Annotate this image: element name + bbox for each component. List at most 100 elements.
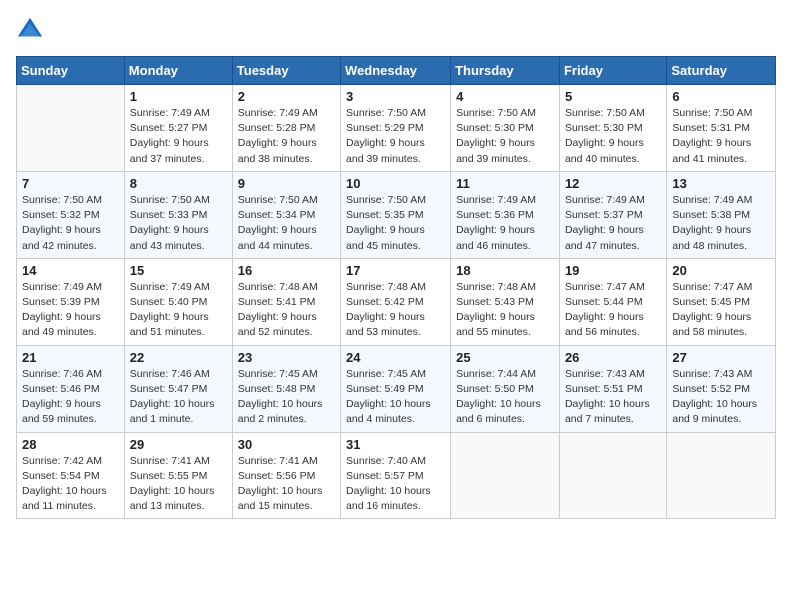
day-number: 4 [456, 89, 554, 104]
day-info: Sunrise: 7:49 AMSunset: 5:38 PMDaylight:… [672, 193, 770, 254]
day-info: Sunrise: 7:48 AMSunset: 5:42 PMDaylight:… [346, 280, 445, 341]
day-info: Sunrise: 7:49 AMSunset: 5:37 PMDaylight:… [565, 193, 661, 254]
calendar-cell [17, 85, 125, 172]
day-info: Sunrise: 7:46 AMSunset: 5:47 PMDaylight:… [130, 367, 227, 428]
calendar-cell: 6 Sunrise: 7:50 AMSunset: 5:31 PMDaylight… [667, 85, 776, 172]
day-number: 17 [346, 263, 445, 278]
calendar-cell: 15 Sunrise: 7:49 AMSunset: 5:40 PMDayligh… [124, 258, 232, 345]
day-info: Sunrise: 7:50 AMSunset: 5:30 PMDaylight:… [456, 106, 554, 167]
calendar-cell: 31 Sunrise: 7:40 AMSunset: 5:57 PMDayligh… [341, 432, 451, 519]
calendar-cell: 13 Sunrise: 7:49 AMSunset: 5:38 PMDayligh… [667, 171, 776, 258]
day-number: 12 [565, 176, 661, 191]
day-info: Sunrise: 7:43 AMSunset: 5:52 PMDaylight:… [672, 367, 770, 428]
calendar-week-row: 21 Sunrise: 7:46 AMSunset: 5:46 PMDayligh… [17, 345, 776, 432]
day-number: 3 [346, 89, 445, 104]
calendar-cell: 7 Sunrise: 7:50 AMSunset: 5:32 PMDaylight… [17, 171, 125, 258]
calendar-cell [451, 432, 560, 519]
day-number: 28 [22, 437, 119, 452]
day-number: 15 [130, 263, 227, 278]
calendar-cell: 9 Sunrise: 7:50 AMSunset: 5:34 PMDaylight… [232, 171, 340, 258]
logo [16, 16, 46, 44]
day-info: Sunrise: 7:49 AMSunset: 5:40 PMDaylight:… [130, 280, 227, 341]
calendar-cell: 14 Sunrise: 7:49 AMSunset: 5:39 PMDayligh… [17, 258, 125, 345]
day-info: Sunrise: 7:49 AMSunset: 5:39 PMDaylight:… [22, 280, 119, 341]
day-info: Sunrise: 7:41 AMSunset: 5:55 PMDaylight:… [130, 454, 227, 515]
calendar-cell: 20 Sunrise: 7:47 AMSunset: 5:45 PMDayligh… [667, 258, 776, 345]
page-header [16, 16, 776, 44]
day-info: Sunrise: 7:50 AMSunset: 5:30 PMDaylight:… [565, 106, 661, 167]
day-info: Sunrise: 7:50 AMSunset: 5:33 PMDaylight:… [130, 193, 227, 254]
calendar-cell: 11 Sunrise: 7:49 AMSunset: 5:36 PMDayligh… [451, 171, 560, 258]
day-info: Sunrise: 7:45 AMSunset: 5:49 PMDaylight:… [346, 367, 445, 428]
day-info: Sunrise: 7:50 AMSunset: 5:31 PMDaylight:… [672, 106, 770, 167]
calendar-cell: 1 Sunrise: 7:49 AMSunset: 5:27 PMDaylight… [124, 85, 232, 172]
day-info: Sunrise: 7:42 AMSunset: 5:54 PMDaylight:… [22, 454, 119, 515]
day-info: Sunrise: 7:45 AMSunset: 5:48 PMDaylight:… [238, 367, 335, 428]
day-info: Sunrise: 7:46 AMSunset: 5:46 PMDaylight:… [22, 367, 119, 428]
day-number: 9 [238, 176, 335, 191]
day-number: 11 [456, 176, 554, 191]
calendar-cell: 10 Sunrise: 7:50 AMSunset: 5:35 PMDayligh… [341, 171, 451, 258]
day-info: Sunrise: 7:50 AMSunset: 5:35 PMDaylight:… [346, 193, 445, 254]
day-number: 27 [672, 350, 770, 365]
weekday-header-friday: Friday [559, 57, 666, 85]
day-info: Sunrise: 7:48 AMSunset: 5:41 PMDaylight:… [238, 280, 335, 341]
weekday-header-saturday: Saturday [667, 57, 776, 85]
day-number: 31 [346, 437, 445, 452]
calendar-cell: 25 Sunrise: 7:44 AMSunset: 5:50 PMDayligh… [451, 345, 560, 432]
day-info: Sunrise: 7:49 AMSunset: 5:27 PMDaylight:… [130, 106, 227, 167]
day-number: 21 [22, 350, 119, 365]
calendar-cell: 23Sunrise: 7:45 AMSunset: 5:48 PMDayligh… [232, 345, 340, 432]
day-info: Sunrise: 7:41 AMSunset: 5:56 PMDaylight:… [238, 454, 335, 515]
day-info: Sunrise: 7:48 AMSunset: 5:43 PMDaylight:… [456, 280, 554, 341]
calendar-cell: 24Sunrise: 7:45 AMSunset: 5:49 PMDayligh… [341, 345, 451, 432]
day-number: 25 [456, 350, 554, 365]
calendar-cell [667, 432, 776, 519]
day-number: 30 [238, 437, 335, 452]
calendar-cell: 18 Sunrise: 7:48 AMSunset: 5:43 PMDayligh… [451, 258, 560, 345]
day-number: 5 [565, 89, 661, 104]
calendar-week-row: 28 Sunrise: 7:42 AMSunset: 5:54 PMDayligh… [17, 432, 776, 519]
day-info: Sunrise: 7:43 AMSunset: 5:51 PMDaylight:… [565, 367, 661, 428]
calendar-cell: 29 Sunrise: 7:41 AMSunset: 5:55 PMDayligh… [124, 432, 232, 519]
calendar-week-row: 1 Sunrise: 7:49 AMSunset: 5:27 PMDaylight… [17, 85, 776, 172]
day-info: Sunrise: 7:50 AMSunset: 5:34 PMDaylight:… [238, 193, 335, 254]
day-info: Sunrise: 7:47 AMSunset: 5:45 PMDaylight:… [672, 280, 770, 341]
calendar-cell: 2 Sunrise: 7:49 AMSunset: 5:28 PMDaylight… [232, 85, 340, 172]
calendar-cell: 12 Sunrise: 7:49 AMSunset: 5:37 PMDayligh… [559, 171, 666, 258]
calendar-week-row: 7 Sunrise: 7:50 AMSunset: 5:32 PMDaylight… [17, 171, 776, 258]
day-number: 8 [130, 176, 227, 191]
day-number: 22 [130, 350, 227, 365]
weekday-header-sunday: Sunday [17, 57, 125, 85]
day-number: 1 [130, 89, 227, 104]
calendar-cell: 22 Sunrise: 7:46 AMSunset: 5:47 PMDayligh… [124, 345, 232, 432]
day-number: 10 [346, 176, 445, 191]
day-info: Sunrise: 7:50 AMSunset: 5:32 PMDaylight:… [22, 193, 119, 254]
day-info: Sunrise: 7:40 AMSunset: 5:57 PMDaylight:… [346, 454, 445, 515]
day-number: 18 [456, 263, 554, 278]
calendar-cell: 16Sunrise: 7:48 AMSunset: 5:41 PMDayligh… [232, 258, 340, 345]
weekday-header-monday: Monday [124, 57, 232, 85]
logo-icon [16, 16, 44, 44]
day-info: Sunrise: 7:49 AMSunset: 5:28 PMDaylight:… [238, 106, 335, 167]
day-number: 6 [672, 89, 770, 104]
day-number: 13 [672, 176, 770, 191]
day-number: 7 [22, 176, 119, 191]
calendar-cell: 4 Sunrise: 7:50 AMSunset: 5:30 PMDaylight… [451, 85, 560, 172]
weekday-header-tuesday: Tuesday [232, 57, 340, 85]
day-number: 26 [565, 350, 661, 365]
calendar-cell: 5 Sunrise: 7:50 AMSunset: 5:30 PMDaylight… [559, 85, 666, 172]
calendar-cell: 27 Sunrise: 7:43 AMSunset: 5:52 PMDayligh… [667, 345, 776, 432]
day-number: 20 [672, 263, 770, 278]
day-number: 29 [130, 437, 227, 452]
calendar-cell: 8 Sunrise: 7:50 AMSunset: 5:33 PMDaylight… [124, 171, 232, 258]
day-number: 19 [565, 263, 661, 278]
weekday-header-row: SundayMondayTuesdayWednesdayThursdayFrid… [17, 57, 776, 85]
day-number: 2 [238, 89, 335, 104]
day-info: Sunrise: 7:44 AMSunset: 5:50 PMDaylight:… [456, 367, 554, 428]
day-info: Sunrise: 7:49 AMSunset: 5:36 PMDaylight:… [456, 193, 554, 254]
calendar-cell: 3Sunrise: 7:50 AMSunset: 5:29 PMDaylight… [341, 85, 451, 172]
weekday-header-wednesday: Wednesday [341, 57, 451, 85]
day-number: 14 [22, 263, 119, 278]
calendar-cell: 17 Sunrise: 7:48 AMSunset: 5:42 PMDayligh… [341, 258, 451, 345]
